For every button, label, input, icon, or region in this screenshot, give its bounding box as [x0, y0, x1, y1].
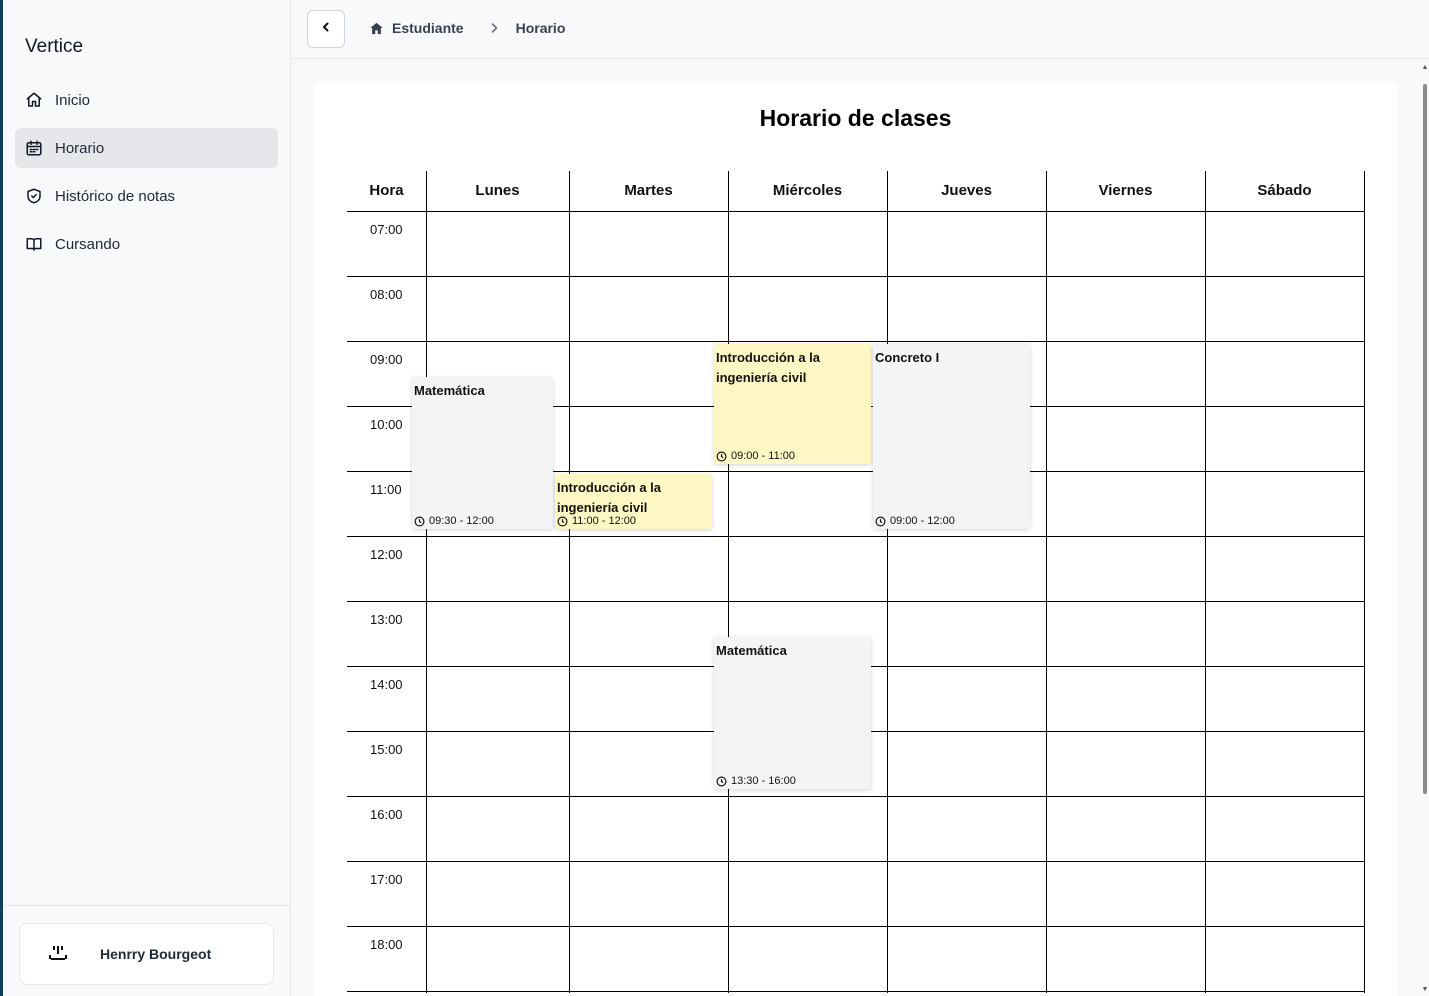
- sidebar: Vertice Inicio Horario Histórico de nota…: [3, 0, 291, 996]
- class-event-time: 09:00 - 12:00: [875, 515, 955, 527]
- grid-row-line: [347, 276, 1365, 277]
- hour-label: 14:00: [370, 677, 403, 692]
- topbar: Estudiante Horario: [291, 0, 1429, 59]
- column-header: Miércoles: [772, 182, 843, 199]
- home-icon: [25, 91, 43, 109]
- app-window: Vertice Inicio Horario Histórico de nota…: [3, 0, 1429, 996]
- hour-label: 17:00: [370, 872, 403, 887]
- class-event[interactable]: Introducción a la ingeniería civil 11:00 …: [555, 474, 712, 529]
- grid-row-line: [347, 796, 1365, 797]
- hour-label: 10:00: [370, 417, 403, 432]
- column-header: Lunes: [475, 182, 520, 199]
- scroll-down-icon[interactable]: ▼: [1421, 986, 1429, 994]
- grid-column-line: [1364, 171, 1365, 993]
- class-event-title: Matemática: [716, 642, 787, 658]
- class-event-title: Concreto I: [875, 350, 940, 365]
- breadcrumb-label: Horario: [515, 20, 566, 36]
- class-event-time: 11:00 - 12:00: [557, 515, 636, 527]
- class-event-title: Introducción a la ingeniería civil: [557, 480, 662, 515]
- breadcrumb-item-estudiante[interactable]: Estudiante: [369, 20, 464, 36]
- grid-column-line: [1205, 171, 1206, 993]
- class-event-title: Introducción a la ingeniería civil: [716, 350, 821, 385]
- clock-icon: [716, 451, 731, 462]
- sidebar-item-inicio[interactable]: Inicio: [15, 80, 278, 120]
- class-event-time-text: 11:00 - 12:00: [572, 515, 637, 527]
- chevron-right-icon: [488, 22, 500, 34]
- sidebar-item-label: Cursando: [55, 235, 121, 253]
- sidebar-nav: Inicio Horario Histórico de notas Cursan…: [15, 80, 278, 272]
- grid-header-line: [347, 211, 1365, 212]
- sidebar-item-cursando[interactable]: Cursando: [15, 224, 278, 264]
- class-event[interactable]: Matemática 13:30 - 16:00: [714, 636, 871, 789]
- class-event-title: Matemática: [414, 382, 485, 398]
- class-event-time: 13:30 - 16:00: [716, 775, 796, 787]
- grid-row-line: [347, 861, 1365, 862]
- schedule-card: Horario de clases: [314, 83, 1397, 996]
- hour-label: 13:00: [370, 612, 403, 627]
- face-avatar-icon: [38, 934, 78, 974]
- sidebar-item-label: Horario: [55, 139, 105, 157]
- grid-column-line: [569, 171, 570, 993]
- column-header: Jueves: [941, 182, 992, 199]
- sidebar-item-label: Inicio: [55, 91, 91, 109]
- grid-row-line: [347, 926, 1365, 927]
- grid-row-line: [347, 991, 1365, 992]
- brand-name: Vertice: [25, 36, 84, 57]
- class-event-time-text: 09:00 - 12:00: [890, 515, 955, 527]
- shield-check-icon: [25, 187, 43, 205]
- hour-label: 12:00: [370, 547, 403, 562]
- hour-label: 11:00: [370, 482, 402, 497]
- grid-column-line: [728, 171, 729, 993]
- scroll-up-icon[interactable]: ▲: [1421, 64, 1429, 72]
- class-event[interactable]: Matemática 09:30 - 12:00: [412, 376, 553, 529]
- grid-column-line: [426, 171, 427, 993]
- class-event-time: 09:00 - 11:00: [716, 450, 795, 462]
- class-event-time: 09:30 - 12:00: [414, 515, 494, 527]
- hour-label: 18:00: [370, 937, 403, 952]
- breadcrumb: Estudiante Horario: [369, 20, 565, 36]
- column-header: Hora: [369, 182, 404, 199]
- sidebar-item-horario[interactable]: Horario: [15, 128, 278, 168]
- hour-label: 15:00: [370, 742, 403, 757]
- calendar-icon: [25, 139, 43, 157]
- home-solid-icon: [369, 21, 384, 36]
- clock-icon: [875, 516, 890, 527]
- clock-icon: [414, 516, 429, 527]
- hour-label: 09:00: [370, 352, 403, 367]
- class-event-time-text: 09:00 - 11:00: [731, 450, 796, 462]
- hour-label: 07:00: [370, 222, 403, 237]
- hour-label: 08:00: [370, 287, 403, 302]
- breadcrumb-label: Estudiante: [392, 20, 464, 36]
- grid-row-line: [347, 536, 1365, 537]
- chevron-left-icon: [320, 20, 332, 38]
- column-header: Martes: [624, 182, 673, 199]
- breadcrumb-item-horario: Horario: [516, 20, 566, 36]
- sidebar-item-historico[interactable]: Histórico de notas: [15, 176, 278, 216]
- class-event[interactable]: Concreto I 09:00 - 12:00: [873, 344, 1030, 529]
- scrollbar[interactable]: ▲ ▼: [1421, 64, 1429, 994]
- sidebar-item-label: Histórico de notas: [55, 187, 176, 205]
- grid-row-line: [347, 601, 1365, 602]
- sidebar-footer: Henrry Bourgeot: [3, 905, 291, 985]
- book-open-icon: [25, 235, 43, 253]
- hour-label: 16:00: [370, 807, 403, 822]
- column-header: Viernes: [1098, 182, 1153, 199]
- class-event[interactable]: Introducción a la ingeniería civil 09:00 …: [714, 344, 871, 464]
- back-button[interactable]: [307, 10, 345, 48]
- column-header: Sábado: [1257, 182, 1312, 199]
- grid-column-line: [887, 171, 888, 993]
- grid-row-line: [347, 341, 1365, 342]
- grid-column-line: [1046, 171, 1047, 993]
- scroll-thumb[interactable]: [1423, 84, 1427, 794]
- clock-icon: [716, 776, 731, 787]
- page-title: Horario de clases: [759, 105, 952, 131]
- user-card[interactable]: Henrry Bourgeot: [19, 923, 274, 985]
- class-event-time-text: 13:30 - 16:00: [731, 775, 796, 787]
- class-event-time-text: 09:30 - 12:00: [429, 515, 494, 527]
- user-name: Henrry Bourgeot: [100, 946, 212, 962]
- clock-icon: [557, 516, 572, 527]
